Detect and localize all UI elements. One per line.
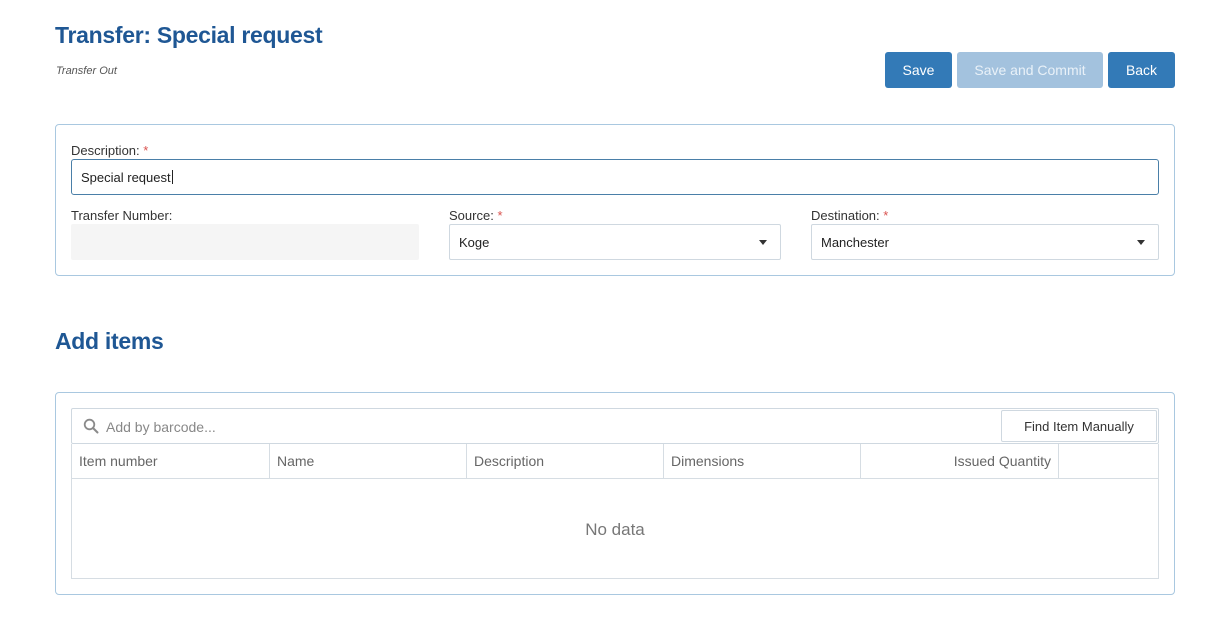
source-select[interactable]: Koge [449,224,781,260]
empty-state-text: No data [585,520,645,539]
transfer-number-label: Transfer Number: [71,208,173,223]
column-header-name[interactable]: Name [270,444,467,478]
transfer-details-panel: Description: * Special request Transfer … [55,124,1175,276]
description-label: Description: * [71,143,148,158]
back-button[interactable]: Back [1108,52,1175,88]
description-value: Special request [81,169,171,185]
description-input[interactable]: Special request [71,159,1159,195]
required-marker: * [883,208,889,223]
items-table: Item number Name Description Dimensions … [71,444,1159,579]
table-header: Item number Name Description Dimensions … [72,444,1158,479]
required-marker: * [497,208,503,223]
description-label-text: Description: [71,143,140,158]
column-header-description[interactable]: Description [467,444,664,478]
source-label: Source: * [449,208,503,223]
save-button[interactable]: Save [885,52,952,88]
column-header-actions [1059,444,1158,478]
source-value: Koge [459,234,490,250]
column-header-dimensions[interactable]: Dimensions [664,444,861,478]
destination-label: Destination: * [811,208,888,223]
search-placeholder: Add by barcode... [106,419,216,435]
find-item-manually-button[interactable]: Find Item Manually [1001,410,1157,442]
required-marker: * [143,143,149,158]
chevron-down-icon [759,240,767,245]
destination-select[interactable]: Manchester [811,224,1159,260]
destination-value: Manchester [821,234,889,250]
add-items-heading: Add items [55,328,164,354]
column-header-issued-quantity[interactable]: Issued Quantity [861,444,1059,478]
page-subtitle: Transfer Out [56,65,117,77]
barcode-search-input[interactable]: Add by barcode... Find Item Manually [71,408,1159,444]
page-title: Transfer: Special request [55,22,323,48]
transfer-number-field [71,224,419,260]
destination-label-text: Destination: [811,208,880,223]
add-items-panel: Add by barcode... Find Item Manually Ite… [55,392,1175,595]
search-icon [83,418,99,434]
chevron-down-icon [1137,240,1145,245]
column-header-item-number[interactable]: Item number [72,444,270,478]
source-label-text: Source: [449,208,494,223]
text-cursor [171,170,173,184]
save-and-commit-button[interactable]: Save and Commit [957,52,1103,88]
